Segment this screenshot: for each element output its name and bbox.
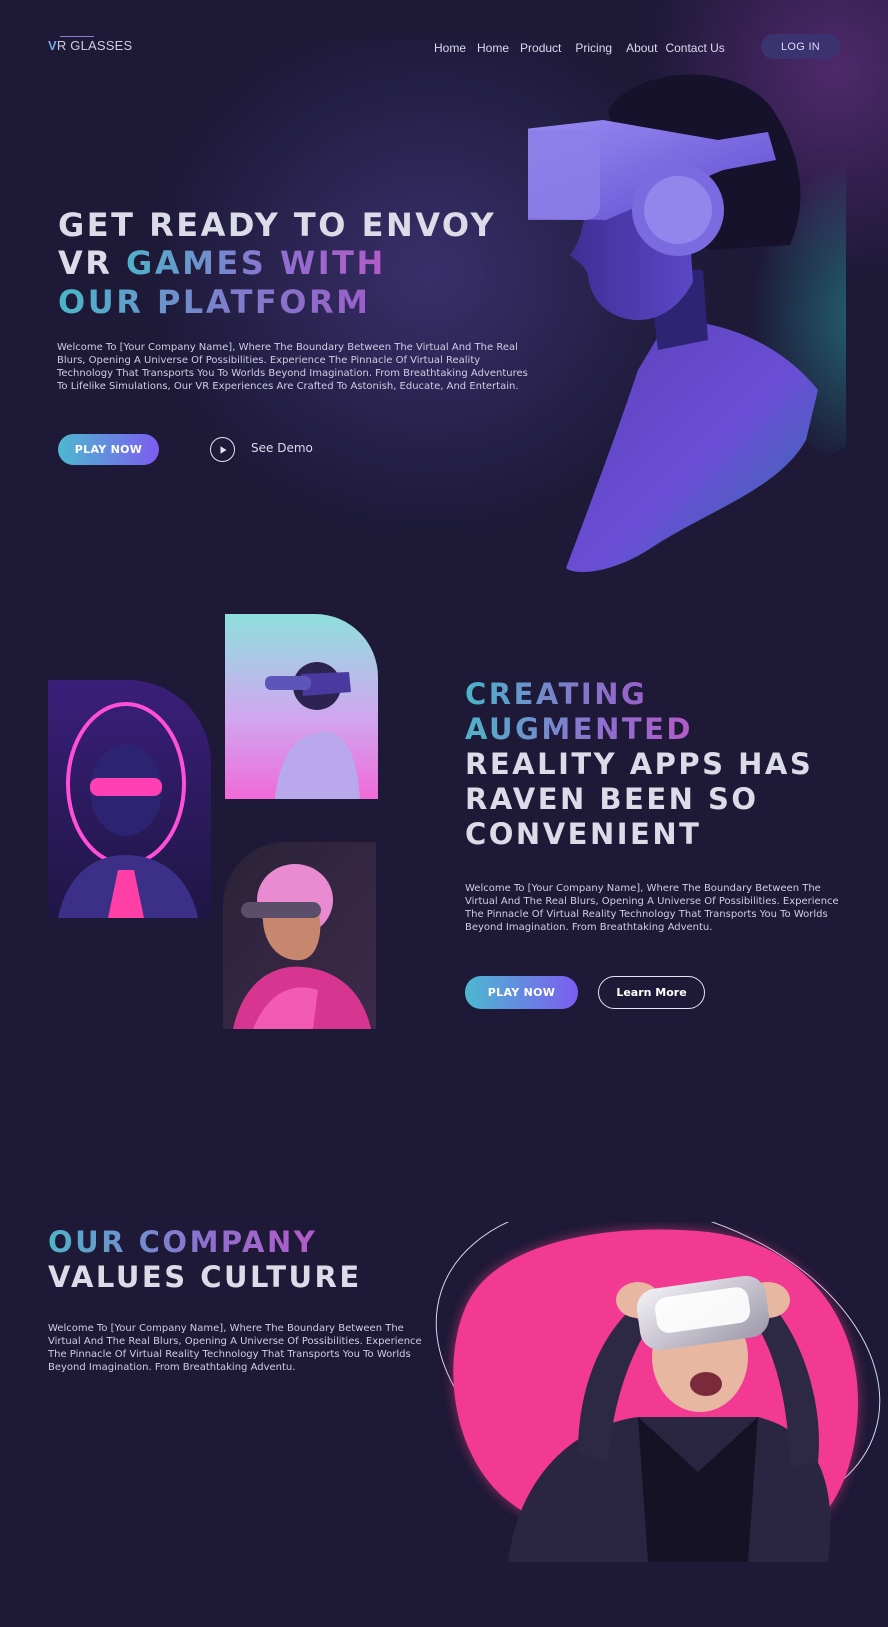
login-button[interactable]: LOG IN bbox=[761, 34, 840, 59]
nav-item-home-2[interactable]: Home bbox=[477, 41, 509, 55]
section2-title: CREATING AUGMENTED REALITY APPS HAS RAVE… bbox=[465, 677, 875, 852]
section3-title: OUR COMPANY VALUES CULTURE bbox=[48, 1225, 448, 1295]
hero-title-line2-b: GAMES WITH bbox=[126, 244, 386, 283]
logo-bar bbox=[60, 36, 94, 37]
see-demo-link[interactable]: See Demo bbox=[251, 441, 313, 455]
landing-page: VR GLASSES Home Home Product Pricing Abo… bbox=[0, 0, 888, 1627]
logo-initial: V bbox=[48, 38, 57, 53]
nav-item-contact[interactable]: Contact Us bbox=[665, 41, 724, 55]
section3-description: Welcome To [Your Company Name], Where Th… bbox=[48, 1323, 422, 1373]
nav-item-home[interactable]: Home bbox=[434, 41, 466, 55]
section2-title-line1: CREATING bbox=[465, 677, 648, 711]
brand-logo[interactable]: VR GLASSES bbox=[48, 36, 133, 53]
vr-man-profile-image bbox=[225, 614, 378, 799]
logo-text: R GLASSES bbox=[56, 38, 133, 53]
main-nav: Home Home Product Pricing About Contact … bbox=[434, 41, 736, 55]
section2-title-line4: RAVEN BEEN SO bbox=[465, 782, 759, 816]
learn-more-button[interactable]: Learn More bbox=[598, 976, 705, 1009]
play-icon[interactable] bbox=[210, 437, 235, 462]
hero-title: GET READY TO ENVOY VR GAMES WITH OUR PLA… bbox=[58, 206, 528, 321]
section3-title-line1: OUR COMPANY bbox=[48, 1225, 318, 1259]
section2-title-line5: CONVENIENT bbox=[465, 817, 702, 851]
section2-title-line2: AUGMENTED bbox=[465, 712, 694, 746]
hero-title-line1: GET READY TO ENVOY bbox=[58, 206, 497, 244]
nav-item-pricing[interactable]: Pricing bbox=[575, 41, 612, 55]
hero-vr-woman-image bbox=[528, 74, 846, 573]
nav-item-product[interactable]: Product bbox=[520, 41, 561, 55]
hero-description: Welcome To [Your Company Name], Where Th… bbox=[57, 342, 528, 392]
section2-title-line3: REALITY APPS HAS bbox=[465, 747, 814, 781]
section2-play-now-button[interactable]: PLAY NOW bbox=[465, 976, 578, 1009]
section3-title-line2: VALUES CULTURE bbox=[48, 1260, 362, 1294]
neon-helmet-woman-image bbox=[48, 680, 211, 918]
hero-play-now-button[interactable]: PLAY NOW bbox=[58, 434, 159, 465]
excited-vr-man-image bbox=[435, 1222, 881, 1562]
nav-item-about[interactable]: About bbox=[626, 41, 657, 55]
hero-title-line2-a: VR bbox=[58, 244, 127, 283]
hero-title-line3: OUR PLATFORM bbox=[58, 282, 371, 321]
pink-visor-woman-image bbox=[223, 842, 376, 1029]
section2-description: Welcome To [Your Company Name], Where Th… bbox=[465, 883, 839, 933]
